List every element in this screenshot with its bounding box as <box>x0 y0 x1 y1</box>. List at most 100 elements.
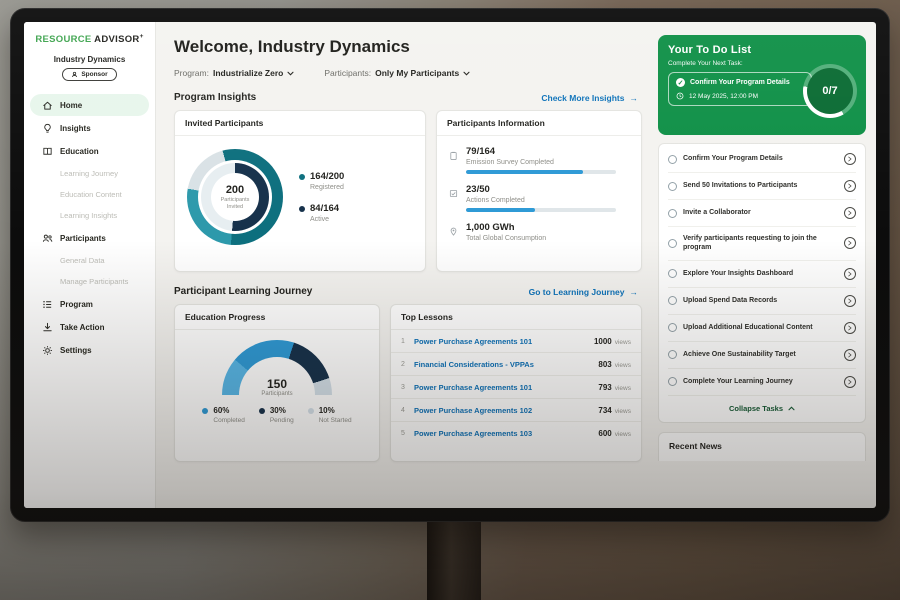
info-card-title: Participants Information <box>437 111 641 136</box>
chevron-right-icon[interactable] <box>844 207 856 219</box>
lesson-link[interactable]: Power Purchase Agreements 101 <box>414 337 594 346</box>
lesson-rank: 3 <box>401 384 414 391</box>
chevron-right-icon[interactable] <box>844 180 856 192</box>
sidebar-item-label: Settings <box>60 346 92 355</box>
lesson-views: 803 <box>598 360 611 369</box>
legend-dot <box>299 206 305 212</box>
sidebar-item-settings[interactable]: Settings <box>30 339 149 361</box>
gauge-center-value: 150 <box>222 378 332 390</box>
recent-news-header: Recent News <box>658 432 866 461</box>
task-checkbox[interactable] <box>668 209 677 218</box>
check-icon: ✓ <box>676 78 685 87</box>
task-checkbox[interactable] <box>668 350 677 359</box>
sidebar-item-manage-participants[interactable]: Manage Participants <box>24 271 155 292</box>
donut-center-value: 200 <box>226 184 244 196</box>
legend-dot <box>299 174 305 180</box>
views-label: views <box>615 431 631 438</box>
info-row: 79/164 Emission Survey Completed <box>449 146 629 174</box>
sidebar-item-general-data[interactable]: General Data <box>24 250 155 271</box>
logo-advisor: ADVISOR <box>94 34 139 45</box>
sidebar-item-label: Program <box>60 300 93 309</box>
legend-label: Pending <box>270 417 294 424</box>
participants-filter[interactable]: Participants: Only My Participants <box>324 68 470 78</box>
collapse-tasks-button[interactable]: Collapse Tasks <box>668 396 856 420</box>
legend-label: Active <box>310 216 344 223</box>
gauge-center-label: Participants <box>222 391 332 397</box>
next-task-label: Confirm Your Program Details <box>690 79 790 86</box>
program-filter[interactable]: Program: Industrialize Zero <box>174 68 294 78</box>
task-checkbox[interactable] <box>668 377 677 386</box>
participants-information-card: Participants Information 79/164 Emission… <box>436 110 642 272</box>
home-icon <box>42 100 53 111</box>
sidebar-item-education-content[interactable]: Education Content <box>24 184 155 205</box>
program-filter-label: Program: <box>174 68 209 78</box>
clipboard-icon <box>449 147 458 174</box>
lesson-row: 1 Power Purchase Agreements 101 1000view… <box>391 330 641 353</box>
donut-center-label: Participants Invited <box>216 197 254 211</box>
program-filter-value: Industrialize Zero <box>213 68 283 78</box>
monitor-bezel: RESOURCE ADVISOR+ Industry Dynamics Spon… <box>10 8 890 522</box>
task-label: Complete Your Learning Journey <box>683 377 838 386</box>
task-checkbox[interactable] <box>668 239 677 248</box>
info-row: 23/50 Actions Completed <box>449 184 629 212</box>
sponsor-badge[interactable]: Sponsor <box>62 68 116 81</box>
task-row[interactable]: Invite a Collaborator <box>668 200 856 227</box>
logo-plus: + <box>140 33 144 40</box>
check-more-insights-label: Check More Insights <box>541 93 624 103</box>
lesson-link[interactable]: Power Purchase Agreements 103 <box>414 429 598 438</box>
chevron-right-icon[interactable] <box>844 153 856 165</box>
sidebar-item-learning-insights[interactable]: Learning Insights <box>24 205 155 226</box>
lesson-row: 2 Financial Considerations - VPPAs 803vi… <box>391 353 641 376</box>
donut-legend: 164/200 Registered 84/164 Active <box>299 171 344 223</box>
sidebar-nav: Home Insights Education Learning Journey… <box>24 94 155 361</box>
chevron-right-icon[interactable] <box>844 268 856 280</box>
next-task-time: 12 May 2025, 12:00 PM <box>689 93 758 100</box>
todo-title: Your To Do List <box>668 44 856 56</box>
task-checkbox[interactable] <box>668 296 677 305</box>
lesson-link[interactable]: Power Purchase Agreements 101 <box>414 383 598 392</box>
sidebar-item-learning-journey[interactable]: Learning Journey <box>24 163 155 184</box>
gear-icon <box>42 345 53 356</box>
task-checkbox[interactable] <box>668 269 677 278</box>
task-row[interactable]: Explore Your Insights Dashboard <box>668 261 856 288</box>
sidebar-item-home[interactable]: Home <box>30 94 149 116</box>
task-row[interactable]: Verify participants requesting to join t… <box>668 227 856 261</box>
chevron-right-icon[interactable] <box>844 322 856 334</box>
task-row[interactable]: Achieve One Sustainability Target <box>668 342 856 369</box>
task-row[interactable]: Confirm Your Program Details <box>668 146 856 173</box>
learning-journey-title: Participant Learning Journey <box>174 286 312 297</box>
lesson-link[interactable]: Financial Considerations - VPPAs <box>414 360 598 369</box>
go-to-learning-journey-link[interactable]: Go to Learning Journey → <box>529 287 638 297</box>
sidebar-item-take-action[interactable]: Take Action <box>30 316 149 338</box>
sidebar-item-program[interactable]: Program <box>30 293 149 315</box>
legend-item-active: 84/164 Active <box>299 203 344 223</box>
task-row[interactable]: Upload Spend Data Records <box>668 288 856 315</box>
views-label: views <box>615 362 631 369</box>
legend-value: 84/164 <box>310 203 339 214</box>
check-more-insights-link[interactable]: Check More Insights → <box>541 93 638 103</box>
task-row[interactable]: Complete Your Learning Journey <box>668 369 856 396</box>
lesson-rank: 4 <box>401 407 414 414</box>
org-name: Industry Dynamics <box>24 55 155 64</box>
next-task-box[interactable]: ✓ Confirm Your Program Details 12 May 20… <box>668 72 812 106</box>
sidebar-item-participants[interactable]: Participants <box>30 227 149 249</box>
chevron-right-icon[interactable] <box>844 237 856 249</box>
lesson-link[interactable]: Power Purchase Agreements 102 <box>414 406 598 415</box>
task-checkbox[interactable] <box>668 155 677 164</box>
task-label: Verify participants requesting to join t… <box>683 234 838 253</box>
info-value: 79/164 <box>466 146 616 157</box>
lesson-row: 3 Power Purchase Agreements 101 793views <box>391 376 641 399</box>
task-row[interactable]: Send 50 Invitations to Participants <box>668 173 856 200</box>
task-label: Achieve One Sustainability Target <box>683 350 838 359</box>
legend-dot <box>308 408 314 414</box>
sidebar-item-education[interactable]: Education <box>30 140 149 162</box>
sidebar-item-insights[interactable]: Insights <box>30 117 149 139</box>
chevron-right-icon[interactable] <box>844 295 856 307</box>
chevron-right-icon[interactable] <box>844 376 856 388</box>
legend-item-registered: 164/200 Registered <box>299 171 344 191</box>
task-row[interactable]: Upload Additional Educational Content <box>668 315 856 342</box>
task-checkbox[interactable] <box>668 323 677 332</box>
info-row: 1,000 GWh Total Global Consumption <box>449 222 629 242</box>
chevron-right-icon[interactable] <box>844 349 856 361</box>
task-checkbox[interactable] <box>668 182 677 191</box>
